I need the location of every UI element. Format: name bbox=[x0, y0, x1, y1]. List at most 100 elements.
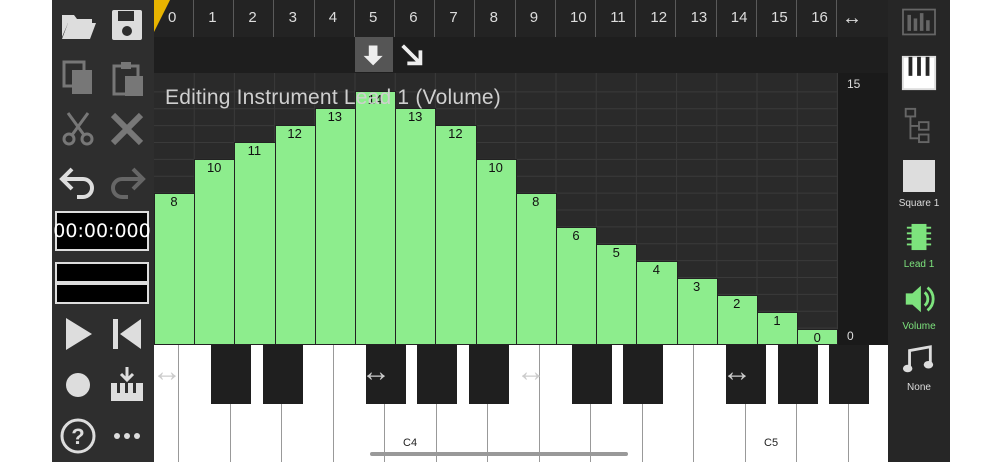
ruler-step-label: 7 bbox=[449, 9, 458, 26]
ruler-step-4[interactable]: 4 bbox=[315, 0, 355, 37]
ruler-step-1[interactable]: 1 bbox=[194, 0, 235, 37]
lead-label: Lead 1 bbox=[903, 259, 935, 270]
ruler-step-16[interactable]: 16 bbox=[797, 0, 838, 37]
more-icon[interactable] bbox=[104, 413, 150, 459]
time-display: 00:00:000 bbox=[53, 211, 151, 251]
ruler-step-6[interactable]: 6 bbox=[395, 0, 436, 37]
black-key[interactable] bbox=[417, 345, 457, 404]
copy-icon[interactable] bbox=[55, 55, 101, 101]
scroll-keyboard-icon[interactable]: ↔ bbox=[722, 355, 752, 389]
paste-icon[interactable] bbox=[104, 55, 150, 101]
ruler-step-label: 9 bbox=[529, 9, 539, 26]
black-key[interactable] bbox=[211, 345, 251, 404]
redo-icon[interactable] bbox=[104, 156, 150, 202]
loop-row bbox=[154, 37, 888, 73]
volume-bar-label: 8 bbox=[532, 194, 540, 209]
help-icon[interactable]: ? bbox=[55, 413, 101, 459]
folder-open-icon[interactable] bbox=[55, 2, 101, 48]
volume-bar-label: 5 bbox=[612, 245, 620, 260]
scale-max: 15 bbox=[847, 77, 861, 91]
square-label: Square 1 bbox=[898, 198, 940, 209]
black-key[interactable] bbox=[571, 345, 612, 404]
scroll-keyboard-icon[interactable]: ↔ bbox=[516, 355, 546, 389]
volume-bar[interactable] bbox=[314, 108, 356, 345]
ruler-step-2[interactable]: 2 bbox=[234, 0, 275, 37]
home-indicator bbox=[370, 452, 628, 456]
black-key[interactable] bbox=[262, 345, 303, 404]
level-meter-right bbox=[55, 283, 149, 304]
timeline-ruler[interactable]: 0 1 2 3 4 5 6 7 8 9 10 11 12 13 14 15 16 bbox=[154, 0, 888, 37]
black-key[interactable] bbox=[777, 345, 818, 404]
volume-bar[interactable] bbox=[395, 108, 437, 345]
black-key[interactable] bbox=[468, 345, 509, 404]
ruler-step-9[interactable]: 9 bbox=[516, 0, 556, 37]
volume-bar[interactable] bbox=[556, 227, 598, 345]
volume-bar-label: 13 bbox=[327, 109, 343, 124]
volume-button[interactable]: Volume bbox=[888, 282, 950, 332]
ruler-step-7[interactable]: 7 bbox=[435, 0, 476, 37]
record-icon[interactable] bbox=[55, 362, 101, 408]
ruler-step-3[interactable]: 3 bbox=[275, 0, 315, 37]
keyboard-insert-icon[interactable] bbox=[104, 362, 150, 408]
volume-bar-label: 3 bbox=[692, 279, 701, 294]
black-key[interactable] bbox=[623, 345, 663, 404]
delete-icon[interactable] bbox=[104, 106, 150, 152]
value-scale: 15 0 bbox=[838, 73, 888, 345]
volume-bar[interactable] bbox=[194, 159, 236, 345]
piano-roll-icon[interactable] bbox=[888, 54, 950, 97]
none-label: None bbox=[907, 382, 931, 393]
octave-label: C4 bbox=[403, 437, 418, 449]
undo-icon[interactable] bbox=[55, 156, 101, 202]
volume-label: Volume bbox=[902, 321, 936, 332]
lead-instrument-button[interactable]: Lead 1 bbox=[888, 220, 950, 270]
ruler-step-8[interactable]: 8 bbox=[476, 0, 516, 37]
volume-bar-label: 6 bbox=[572, 228, 580, 243]
volume-bar[interactable] bbox=[475, 159, 517, 345]
square-instrument-button[interactable]: Square 1 bbox=[888, 160, 950, 209]
skip-back-icon[interactable] bbox=[104, 311, 150, 357]
ruler-step-10[interactable]: 10 bbox=[556, 0, 596, 37]
save-icon[interactable] bbox=[104, 2, 150, 48]
ruler-step-14[interactable]: 14 bbox=[717, 0, 757, 37]
tree-icon[interactable] bbox=[888, 106, 950, 149]
volume-bar[interactable] bbox=[234, 142, 276, 345]
ruler-step-11[interactable]: 11 bbox=[596, 0, 637, 37]
left-margin bbox=[0, 0, 52, 462]
chip-icon bbox=[906, 223, 932, 251]
ruler-step-label: 11 bbox=[610, 9, 626, 26]
ruler-step-label: 10 bbox=[570, 9, 587, 26]
playhead-marker[interactable] bbox=[154, 0, 170, 32]
envelope-editor[interactable]: 8 10 11 12 13 14 13 12 10 8 6 5 4 3 2 1 0 bbox=[154, 73, 839, 345]
expand-horizontal-icon[interactable]: ↔ bbox=[842, 7, 862, 30]
ruler-step-label: 3 bbox=[288, 9, 297, 26]
volume-bar[interactable] bbox=[435, 125, 477, 345]
play-icon[interactable] bbox=[55, 311, 101, 357]
ruler-step-5[interactable]: 5 bbox=[355, 0, 395, 37]
ruler-step-label: 6 bbox=[409, 9, 418, 26]
loop-end-icon[interactable] bbox=[398, 41, 426, 74]
scroll-keyboard-icon[interactable]: ↔ bbox=[154, 355, 182, 389]
ruler-step-13[interactable]: 13 bbox=[677, 0, 717, 37]
scroll-keyboard-icon[interactable]: ↔ bbox=[361, 355, 391, 389]
mixer-icon[interactable] bbox=[888, 6, 950, 43]
volume-icon bbox=[905, 285, 935, 313]
volume-bar-label: 1 bbox=[773, 313, 781, 328]
volume-bar-label: 0 bbox=[813, 330, 821, 345]
loop-start-icon[interactable] bbox=[355, 37, 393, 72]
volume-bar[interactable] bbox=[274, 125, 316, 345]
volume-bar-label: 8 bbox=[170, 194, 178, 209]
volume-bar[interactable] bbox=[515, 193, 557, 345]
volume-bar-label: 4 bbox=[652, 262, 660, 277]
cut-icon[interactable] bbox=[55, 106, 101, 152]
scale-min: 0 bbox=[847, 329, 854, 343]
none-button[interactable]: None bbox=[888, 343, 950, 393]
volume-bar-label: 12 bbox=[287, 126, 302, 141]
volume-bar[interactable] bbox=[355, 91, 397, 345]
volume-bar[interactable] bbox=[154, 193, 196, 345]
ruler-step-15[interactable]: 15 bbox=[757, 0, 797, 37]
ruler-step-label: 15 bbox=[771, 9, 788, 26]
music-notes-icon bbox=[902, 345, 934, 373]
ruler-step-12[interactable]: 12 bbox=[636, 0, 677, 37]
black-key[interactable] bbox=[829, 345, 869, 404]
editor-title: Editing Instrument Lead 1 (Volume) bbox=[165, 86, 501, 109]
